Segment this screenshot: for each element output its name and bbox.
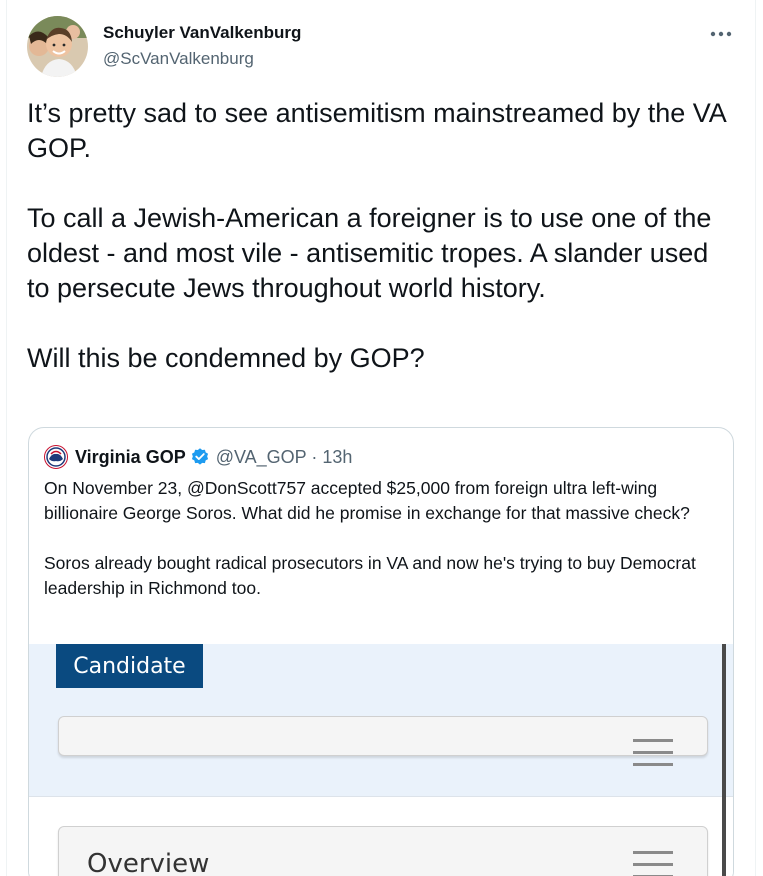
quoted-author-name[interactable]: Virginia GOP bbox=[75, 447, 186, 468]
candidate-tab: Candidate bbox=[56, 644, 203, 688]
tweet-paragraph: To call a Jewish-American a foreigner is… bbox=[27, 203, 712, 303]
author-name[interactable]: Schuyler VanValkenburg bbox=[103, 23, 301, 43]
overview-heading: Overview bbox=[87, 849, 210, 876]
quoted-author-avatar[interactable] bbox=[44, 445, 68, 469]
more-icon[interactable] bbox=[707, 20, 735, 48]
media-overview-panel: Overview bbox=[58, 826, 708, 876]
tweet-text: It’s pretty sad to see antisemitism main… bbox=[27, 96, 727, 376]
quoted-media-image[interactable]: Candidate Overview bbox=[29, 644, 733, 876]
media-scrollbar bbox=[722, 644, 726, 876]
quoted-tweet-header: Virginia GOP @VA_GOP · 13h bbox=[44, 445, 352, 469]
menu-icon bbox=[633, 851, 673, 876]
quoted-paragraph: On November 23, @DonScott757 accepted $2… bbox=[44, 478, 690, 523]
verified-badge-icon bbox=[190, 447, 210, 467]
quoted-author-handle-time[interactable]: @VA_GOP · 13h bbox=[216, 447, 353, 468]
media-search-bar bbox=[58, 716, 708, 766]
quoted-tweet[interactable]: Virginia GOP @VA_GOP · 13h On November 2… bbox=[28, 427, 734, 876]
tweet-paragraph: It’s pretty sad to see antisemitism main… bbox=[27, 98, 726, 163]
tweet-paragraph: Will this be condemned by GOP? bbox=[27, 343, 425, 373]
menu-icon bbox=[633, 739, 673, 767]
tweet-card: Schuyler VanValkenburg @ScVanValkenburg … bbox=[6, 0, 756, 876]
quoted-tweet-text: On November 23, @DonScott757 accepted $2… bbox=[44, 476, 724, 601]
media-divider bbox=[29, 796, 733, 797]
quoted-paragraph: Soros already bought radical prosecutors… bbox=[44, 553, 696, 598]
author-avatar[interactable] bbox=[27, 16, 88, 77]
author-handle[interactable]: @ScVanValkenburg bbox=[103, 49, 254, 69]
